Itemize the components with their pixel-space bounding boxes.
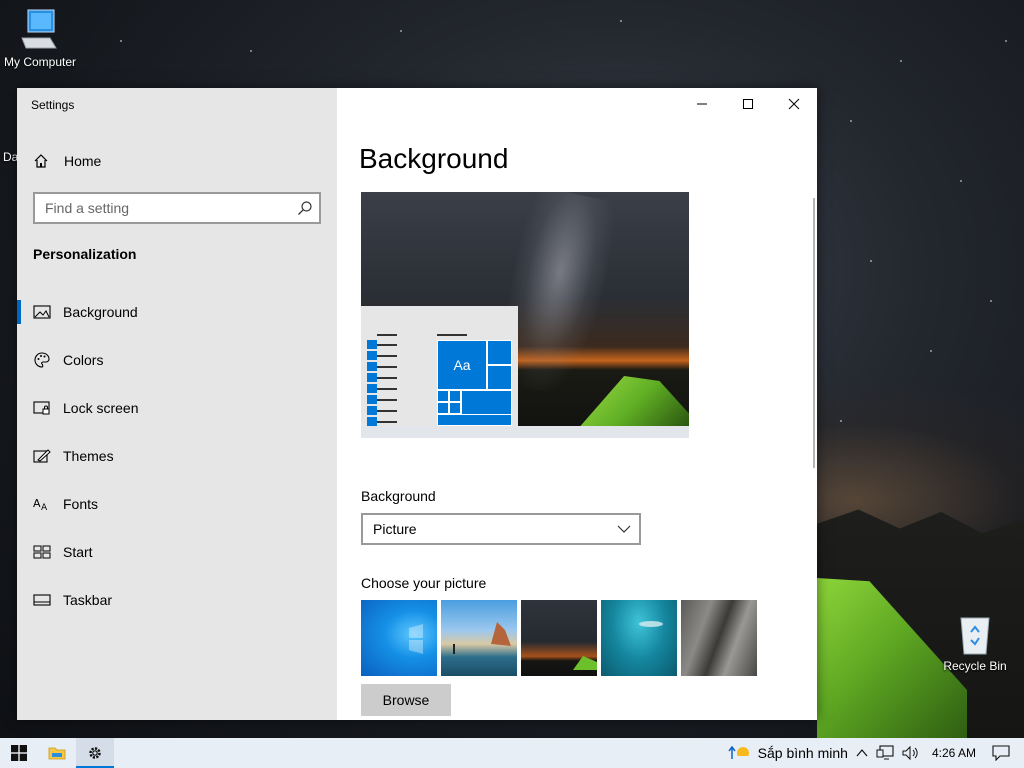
home-icon [33, 153, 49, 169]
nav-item-label: Background [63, 304, 138, 320]
fonts-icon: AA [33, 495, 51, 513]
recycle-bin-desktop-icon[interactable]: Recycle Bin [935, 614, 1015, 673]
preview-taskbar-strip [361, 426, 689, 438]
picture-thumbnails [361, 600, 761, 676]
preview-tile-text: Aa [437, 340, 487, 390]
network-icon [876, 745, 894, 760]
system-tray: Sắp bình minh 4:26 AM [728, 738, 1024, 768]
svg-text:A: A [33, 497, 41, 510]
thumbnail-beach-rocks[interactable] [441, 600, 517, 676]
themes-brush-icon [33, 447, 51, 465]
background-preview: Aa [361, 192, 689, 438]
nav-item-colors[interactable]: Colors [17, 336, 337, 384]
section-heading: Personalization [33, 246, 137, 262]
preview-start-menu-mock: Aa [361, 306, 518, 426]
nav-item-start[interactable]: Start [17, 528, 337, 576]
start-button[interactable] [0, 738, 38, 768]
gear-icon [89, 747, 101, 759]
maximize-icon [743, 99, 753, 109]
chevron-down-icon [617, 525, 631, 533]
page-title: Background [359, 143, 509, 174]
computer-icon [21, 9, 57, 49]
svg-text:A: A [41, 503, 48, 512]
thumbnail-rock-cliff[interactable] [681, 600, 757, 676]
sunrise-weather-icon [728, 745, 752, 762]
notification-icon [992, 745, 1010, 761]
nav-item-lock-screen[interactable]: Lock screen [17, 384, 337, 432]
clock[interactable]: 4:26 AM [932, 746, 976, 760]
search-icon[interactable] [297, 200, 313, 216]
thumbnail-underwater-swimmer[interactable] [601, 600, 677, 676]
nav-item-label: Fonts [63, 496, 99, 512]
search-input[interactable] [35, 194, 285, 222]
windows-logo-icon [11, 745, 27, 761]
network-button[interactable] [876, 745, 894, 761]
settings-content: Background Aa Background Picture Choose … [337, 88, 817, 720]
picture-icon [33, 303, 51, 321]
nav-item-fonts[interactable]: AA Fonts [17, 480, 337, 528]
settings-window: Settings Home Personalization Background [17, 88, 817, 720]
speaker-icon [902, 745, 918, 761]
nav-item-background[interactable]: Background [17, 288, 337, 336]
my-computer-desktop-icon[interactable]: My Computer [0, 8, 80, 69]
folder-icon [48, 747, 66, 760]
weather-widget[interactable]: Sắp bình minh [728, 744, 848, 762]
clock-time: 4:26 AM [931, 746, 976, 760]
my-computer-label: My Computer [3, 55, 77, 69]
nav-item-label: Start [63, 544, 93, 560]
taskbar: Sắp bình minh 4:26 AM [0, 738, 1024, 768]
background-type-dropdown[interactable]: Picture [361, 513, 641, 545]
recycle-bin-label: Recycle Bin [943, 659, 1007, 673]
close-icon [788, 98, 800, 110]
recycle-bin-icon [960, 617, 990, 655]
action-center-button[interactable] [992, 745, 1010, 761]
home-label: Home [64, 153, 102, 169]
settings-sidebar: Settings Home Personalization Background [17, 88, 337, 720]
palette-icon [33, 351, 51, 369]
window-title: Settings [31, 98, 75, 112]
content-scrollbar[interactable] [813, 198, 815, 468]
start-tiles-icon [33, 543, 51, 561]
close-button[interactable] [771, 88, 817, 120]
home-nav-item[interactable]: Home [33, 150, 101, 172]
background-type-value: Picture [373, 521, 417, 537]
volume-button[interactable] [902, 745, 920, 761]
taskbar-icon [33, 591, 51, 609]
lock-screen-icon [33, 399, 51, 417]
background-type-label: Background [361, 488, 436, 504]
minimize-icon [697, 103, 707, 105]
maximize-button[interactable] [725, 88, 771, 120]
file-explorer-taskbar-button[interactable] [38, 738, 76, 768]
chevron-up-icon [856, 749, 868, 757]
minimize-button[interactable] [679, 88, 725, 120]
nav-item-label: Themes [63, 448, 114, 464]
weather-text: Sắp bình minh [757, 745, 848, 761]
nav-item-taskbar[interactable]: Taskbar [17, 576, 337, 624]
personalization-nav: Background Colors Lock screen Themes A A… [17, 288, 337, 624]
browse-button[interactable]: Browse [361, 684, 451, 716]
nav-item-themes[interactable]: Themes [17, 432, 337, 480]
thumbnail-night-sky-tent[interactable] [521, 600, 597, 676]
nav-item-label: Colors [63, 352, 104, 368]
thumbnail-windows-logo[interactable] [361, 600, 437, 676]
choose-picture-label: Choose your picture [361, 575, 487, 591]
nav-item-label: Lock screen [63, 400, 139, 416]
settings-taskbar-button[interactable] [76, 738, 114, 768]
nav-item-label: Taskbar [63, 592, 113, 608]
show-hidden-icons-button[interactable] [856, 748, 868, 758]
search-box[interactable] [33, 192, 321, 224]
